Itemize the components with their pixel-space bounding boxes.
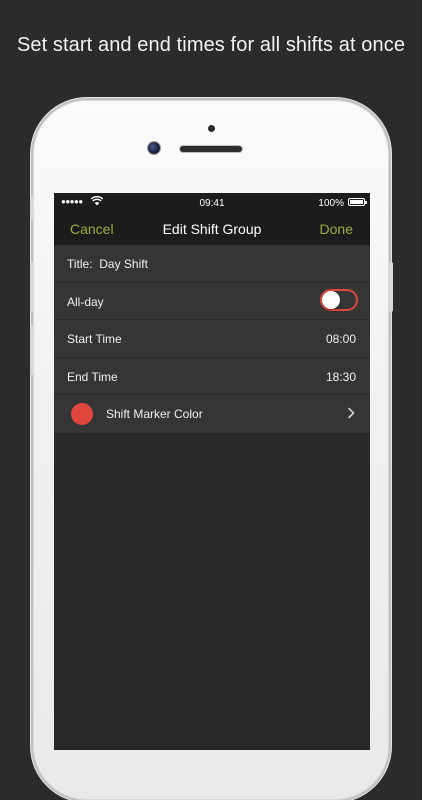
end-time-label: End Time <box>67 369 118 384</box>
chevron-right-icon <box>348 408 355 419</box>
title-label: Title: Day Shift <box>67 257 148 271</box>
shift-marker-color-label: Shift Marker Color <box>106 407 203 422</box>
title-value[interactable]: Day Shift <box>99 257 148 271</box>
start-time-value: 08:00 <box>325 332 356 347</box>
all-day-row: All-day <box>54 283 370 321</box>
all-day-label: All-day <box>67 294 104 309</box>
headline: Set start and end times for all shifts a… <box>16 34 406 56</box>
battery-icon <box>348 198 367 206</box>
earpiece-speaker <box>180 146 242 152</box>
end-time-row[interactable]: End Time 18:30 <box>54 358 370 396</box>
volume-down-button <box>30 262 34 312</box>
battery-percent: 100% <box>318 198 344 209</box>
all-day-toggle[interactable] <box>320 288 358 311</box>
toggle-knob <box>322 290 340 309</box>
mute-switch <box>30 325 34 375</box>
phone-screen: ●●●●● 09:41 100% Cancel Edit Shift Group… <box>54 193 370 750</box>
front-camera <box>148 142 160 154</box>
volume-up-button <box>30 195 34 221</box>
navigation-bar: Cancel Edit Shift Group Done <box>54 213 370 245</box>
proximity-sensor <box>208 125 215 132</box>
shift-marker-color-row[interactable]: Shift Marker Color <box>54 395 370 433</box>
color-swatch <box>71 403 93 426</box>
end-time-value: 18:30 <box>325 369 356 384</box>
status-bar: ●●●●● 09:41 100% <box>54 193 370 213</box>
start-time-label: Start Time <box>67 332 122 347</box>
done-button[interactable]: Done <box>320 221 353 237</box>
start-time-row[interactable]: Start Time 08:00 <box>54 320 370 358</box>
shift-group-form: Title: Day Shift All-day Start Time 08:0… <box>54 245 370 433</box>
power-button <box>389 262 393 312</box>
title-row[interactable]: Title: Day Shift <box>54 245 370 283</box>
